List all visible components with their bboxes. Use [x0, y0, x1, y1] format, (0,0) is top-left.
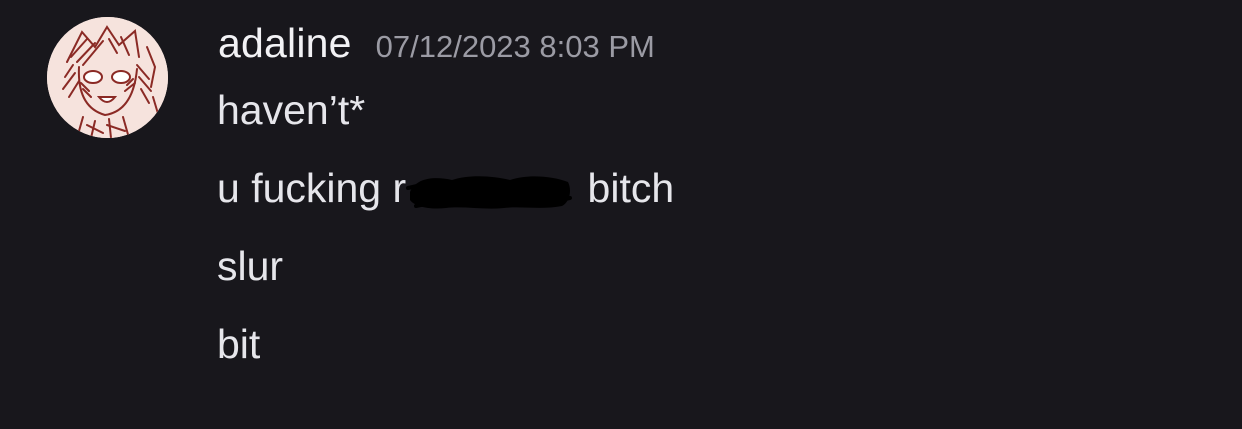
message-content: haven’t*: [217, 87, 366, 133]
user-avatar[interactable]: [47, 17, 168, 138]
message-header: adaline 07/12/2023 8:03 PM: [218, 20, 655, 70]
message-content-before: u fucking r: [217, 165, 407, 211]
redaction-scribble: [406, 172, 573, 210]
message-text-1: haven’t*: [217, 86, 365, 134]
message-text-4: bit: [217, 320, 260, 368]
message-group: adaline 07/12/2023 8:03 PM haven’t* u fu…: [0, 0, 1242, 429]
timestamp[interactable]: 07/12/2023 8:03 PM: [376, 29, 655, 65]
message-content: bit: [217, 321, 261, 367]
message-text-2: u fucking r bitch: [217, 164, 674, 212]
username[interactable]: adaline: [218, 20, 352, 67]
message-content: slur: [217, 243, 284, 289]
avatar-drawing-icon: [47, 17, 168, 138]
message-text-3: slur: [217, 242, 283, 290]
message-content-after: bitch: [576, 165, 675, 211]
